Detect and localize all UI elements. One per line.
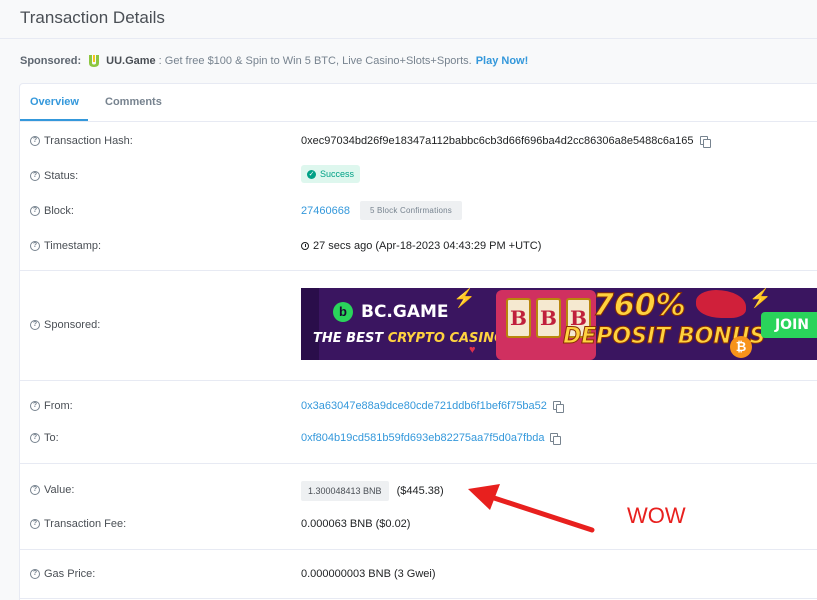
question-circle-icon[interactable]: ? — [30, 206, 40, 216]
question-circle-icon[interactable]: ? — [30, 136, 40, 146]
to-address-link[interactable]: 0xf804b19cd581b59fd693eb82275aa7f5d0a7fb… — [301, 432, 544, 444]
value-usd: ($445.38) — [396, 485, 444, 497]
play-now-link[interactable]: Play Now! — [476, 55, 529, 67]
transaction-fee-label-text: Transaction Fee: — [44, 518, 127, 530]
clock-icon — [301, 242, 309, 250]
bitcoin-icon: ₿ — [730, 336, 752, 358]
status-label: ? Status: — [30, 170, 78, 182]
value-value: 1.300048413 BNB ($445.38) — [301, 481, 444, 501]
copy-icon[interactable] — [550, 433, 562, 445]
slot-reel: B — [536, 298, 561, 338]
question-circle-icon[interactable]: ? — [30, 401, 40, 411]
sponsored-text: : Get free $100 & Spin to Win 5 BTC, Liv… — [158, 55, 472, 67]
block-number-link[interactable]: 27460668 — [301, 205, 350, 217]
sponsored-label: Sponsored: — [20, 55, 82, 67]
transaction-fee-label: ? Transaction Fee: — [30, 518, 126, 530]
timestamp-text: 27 secs ago (Apr-18-2023 04:43:29 PM +UT… — [313, 240, 542, 252]
from-value: 0x3a63047e88a9dce80cde721ddb6f1bef6f75ba… — [301, 400, 564, 413]
ad-left-strip — [301, 288, 319, 360]
lightning-icon: ⚡ — [453, 288, 476, 308]
question-circle-icon[interactable]: ? — [30, 569, 40, 579]
ad-tagline-yellow: CRYPTO CASINO — [387, 331, 506, 346]
copy-icon[interactable] — [699, 136, 711, 148]
transaction-hash-text[interactable]: 0xec97034bd26f9e18347a112babbc6cb3d66f69… — [301, 135, 694, 147]
to-label-text: To: — [44, 432, 59, 444]
value-label-text: Value: — [44, 484, 75, 496]
divider — [20, 270, 817, 271]
divider — [20, 463, 817, 464]
to-value: 0xf804b19cd581b59fd693eb82275aa7f5d0a7fb… — [301, 432, 562, 445]
copy-icon[interactable] — [552, 401, 564, 413]
value-label: ? Value: — [30, 484, 74, 496]
check-circle-icon: ✓ — [307, 169, 316, 179]
tab-bar: Overview Comments — [20, 84, 817, 122]
transaction-hash-label-text: Transaction Hash: — [44, 135, 133, 147]
gas-price-value: 0.000000003 BNB (3 Gwei) — [301, 568, 436, 580]
gas-price-label-text: Gas Price: — [44, 568, 96, 580]
slot-reel: B — [506, 298, 531, 338]
transaction-hash-label: ? Transaction Hash: — [30, 135, 133, 147]
question-circle-icon[interactable]: ? — [30, 485, 40, 495]
value-amount-badge: 1.300048413 BNB — [301, 481, 389, 501]
status-badge-text: Success — [320, 169, 355, 179]
bc-game-ad-banner[interactable]: b BC.GAME THE BEST CRYPTO CASINO ⚡ ♥ B B… — [301, 288, 817, 360]
question-circle-icon[interactable]: ? — [30, 519, 40, 529]
timestamp-label: ? Timestamp: — [30, 240, 101, 252]
sponsored-row-label-text: Sponsored: — [44, 319, 101, 331]
active-tab-indicator — [20, 119, 88, 121]
from-address-link[interactable]: 0x3a63047e88a9dce80cde721ddb6f1bef6f75ba… — [301, 400, 547, 412]
block-value: 27460668 5 Block Confirmations — [301, 201, 462, 220]
transaction-fee-value: 0.000063 BNB ($0.02) — [301, 518, 411, 530]
question-circle-icon[interactable]: ? — [30, 241, 40, 251]
question-circle-icon[interactable]: ? — [30, 433, 40, 443]
status-badge: ✓ Success — [301, 165, 361, 183]
annotation-arrow — [468, 484, 595, 533]
transaction-hash-value: 0xec97034bd26f9e18347a112babbc6cb3d66f69… — [301, 135, 711, 148]
from-label-text: From: — [44, 400, 73, 412]
tab-overview[interactable]: Overview — [30, 96, 79, 108]
question-circle-icon[interactable]: ? — [30, 171, 40, 181]
status-label-text: Status: — [44, 170, 79, 182]
from-label: ? From: — [30, 400, 73, 412]
timestamp-label-text: Timestamp: — [44, 240, 102, 252]
status-value: ✓ Success — [301, 165, 361, 183]
bc-game-logo-icon: b — [333, 302, 353, 322]
gas-price-label: ? Gas Price: — [30, 568, 95, 580]
divider — [20, 598, 817, 599]
divider — [20, 549, 817, 550]
sponsored-bar: Sponsored: UU.Game : Get free $100 & Spi… — [20, 54, 528, 68]
block-confirmations-badge: 5 Block Confirmations — [359, 201, 462, 220]
ad-join-button[interactable]: JOIN — [761, 312, 817, 338]
page-title: Transaction Details — [20, 8, 165, 27]
block-label: ? Block: — [30, 205, 74, 217]
ad-brand: BC.GAME — [361, 302, 449, 322]
title-divider — [0, 38, 817, 39]
ad-tagline: THE BEST CRYPTO CASINO — [313, 331, 505, 346]
heart-icon: ♥ — [469, 344, 476, 356]
dragon-mascot-icon — [696, 290, 746, 318]
block-label-text: Block: — [44, 205, 74, 217]
divider — [20, 380, 817, 381]
sponsored-brand-link[interactable]: UU.Game — [106, 55, 156, 67]
ad-tagline-white: THE BEST — [313, 331, 388, 346]
annotation-wow-text: WOW — [627, 503, 686, 528]
timestamp-value: 27 secs ago (Apr-18-2023 04:43:29 PM +UT… — [301, 240, 541, 252]
transaction-card: Overview Comments ? Transaction Hash: 0xe… — [19, 83, 817, 600]
question-circle-icon[interactable]: ? — [30, 320, 40, 330]
ad-bonus-percent: 760% — [593, 288, 687, 324]
to-label: ? To: — [30, 432, 59, 444]
sponsored-row-label: ? Sponsored: — [30, 319, 100, 331]
uu-game-logo-icon[interactable] — [87, 54, 101, 68]
lightning-icon: ⚡ — [749, 288, 772, 308]
tab-comments[interactable]: Comments — [105, 96, 162, 108]
